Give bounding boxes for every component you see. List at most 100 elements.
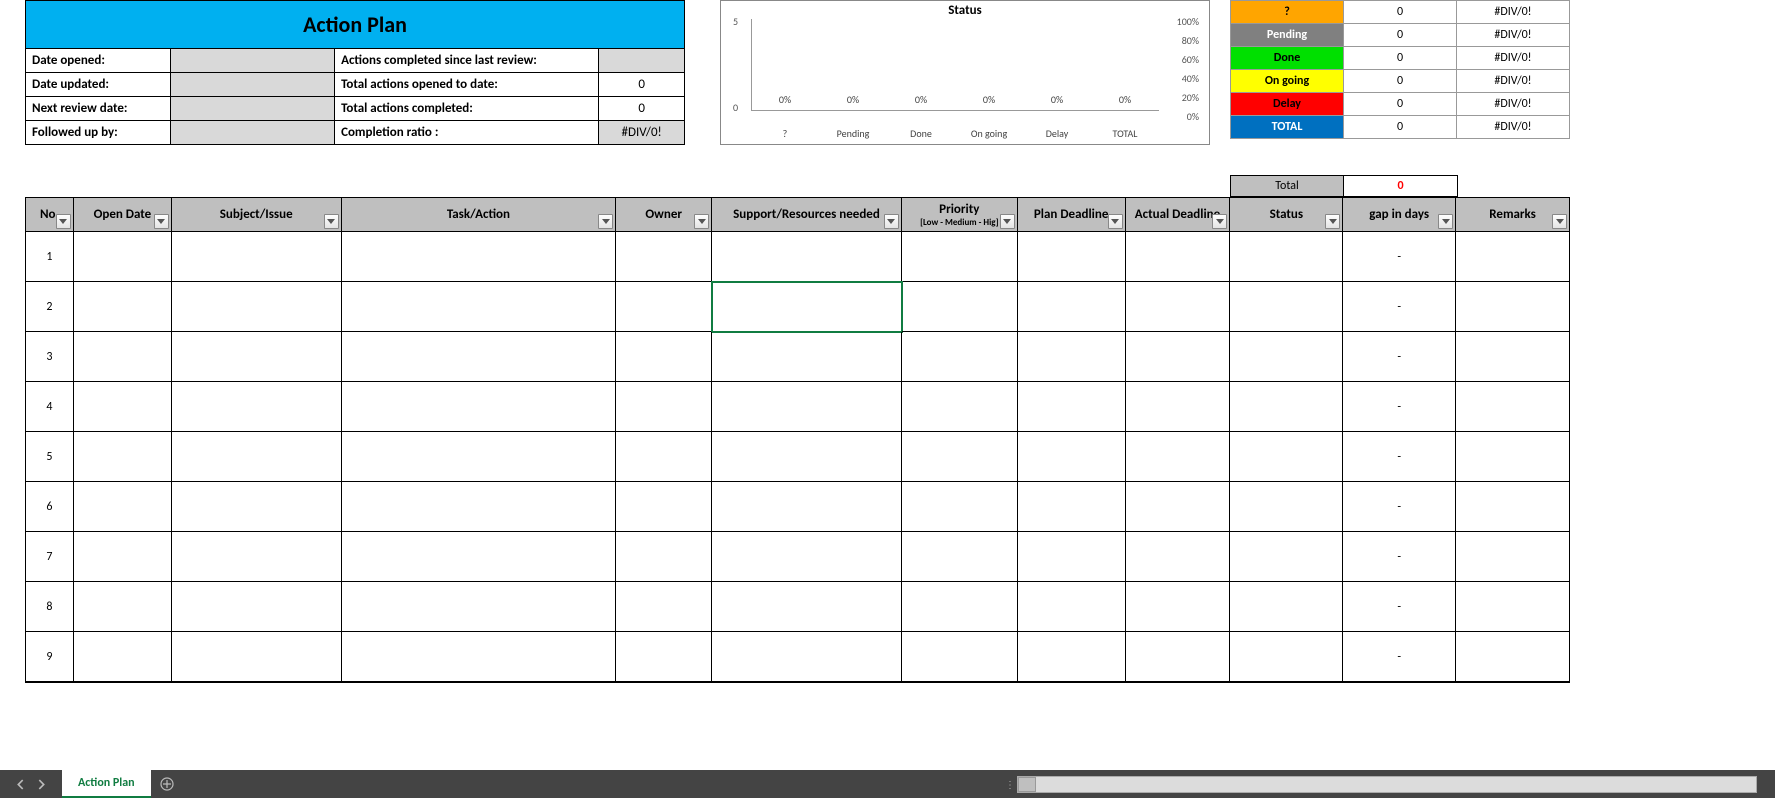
cell-own[interactable] bbox=[616, 432, 712, 482]
cell-open[interactable] bbox=[74, 432, 172, 482]
filter-button[interactable] bbox=[1000, 214, 1015, 229]
column-header-task[interactable]: Task/Action bbox=[342, 198, 617, 232]
column-header-subj[interactable]: Subject/Issue bbox=[172, 198, 342, 232]
cell-rem[interactable] bbox=[1456, 382, 1569, 432]
cell-stat[interactable] bbox=[1230, 582, 1343, 632]
cell-open[interactable] bbox=[74, 232, 172, 282]
filter-button[interactable] bbox=[1108, 214, 1123, 229]
cell-open[interactable] bbox=[74, 532, 172, 582]
cell-rem[interactable] bbox=[1456, 332, 1569, 382]
cell-no[interactable]: 3 bbox=[26, 332, 74, 382]
cell-task[interactable] bbox=[342, 282, 617, 332]
cell-plan[interactable] bbox=[1018, 432, 1126, 482]
cell-supp[interactable] bbox=[712, 282, 902, 332]
cell-rem[interactable] bbox=[1456, 432, 1569, 482]
cell-supp[interactable] bbox=[712, 532, 902, 582]
cell-stat[interactable] bbox=[1230, 282, 1343, 332]
cell-prio[interactable] bbox=[902, 382, 1018, 432]
cell-act[interactable] bbox=[1126, 482, 1231, 532]
cell-act[interactable] bbox=[1126, 582, 1231, 632]
cell-gap[interactable]: - bbox=[1343, 382, 1456, 432]
cell-rem[interactable] bbox=[1456, 232, 1569, 282]
hdr-value[interactable] bbox=[599, 49, 684, 72]
cell-gap[interactable]: - bbox=[1343, 632, 1456, 682]
cell-gap[interactable]: - bbox=[1343, 282, 1456, 332]
cell-no[interactable]: 4 bbox=[26, 382, 74, 432]
filter-button[interactable] bbox=[324, 214, 339, 229]
cell-prio[interactable] bbox=[902, 582, 1018, 632]
filter-button[interactable] bbox=[1212, 214, 1227, 229]
tab-next-icon[interactable] bbox=[36, 779, 47, 790]
column-header-plan[interactable]: Plan Deadline bbox=[1018, 198, 1126, 232]
cell-task[interactable] bbox=[342, 482, 617, 532]
sheet-tab-active[interactable]: Action Plan bbox=[62, 770, 151, 798]
tab-prev-icon[interactable] bbox=[15, 779, 26, 790]
hdr-value[interactable] bbox=[171, 97, 336, 120]
column-header-rem[interactable]: Remarks bbox=[1456, 198, 1569, 232]
cell-subj[interactable] bbox=[172, 632, 342, 682]
filter-button[interactable] bbox=[1552, 214, 1567, 229]
new-sheet-button[interactable] bbox=[151, 770, 183, 798]
cell-act[interactable] bbox=[1126, 382, 1231, 432]
cell-own[interactable] bbox=[616, 482, 712, 532]
cell-supp[interactable] bbox=[712, 582, 902, 632]
cell-open[interactable] bbox=[74, 482, 172, 532]
cell-no[interactable]: 9 bbox=[26, 632, 74, 682]
column-header-gap[interactable]: gap in days bbox=[1343, 198, 1456, 232]
cell-task[interactable] bbox=[342, 632, 617, 682]
cell-task[interactable] bbox=[342, 332, 617, 382]
cell-no[interactable]: 6 bbox=[26, 482, 74, 532]
cell-act[interactable] bbox=[1126, 532, 1231, 582]
cell-prio[interactable] bbox=[902, 232, 1018, 282]
tab-nav[interactable] bbox=[0, 770, 62, 798]
cell-subj[interactable] bbox=[172, 582, 342, 632]
cell-own[interactable] bbox=[616, 332, 712, 382]
cell-subj[interactable] bbox=[172, 382, 342, 432]
cell-open[interactable] bbox=[74, 332, 172, 382]
cell-gap[interactable]: - bbox=[1343, 432, 1456, 482]
cell-supp[interactable] bbox=[712, 232, 902, 282]
cell-task[interactable] bbox=[342, 232, 617, 282]
filter-button[interactable] bbox=[884, 214, 899, 229]
cell-rem[interactable] bbox=[1456, 632, 1569, 682]
cell-rem[interactable] bbox=[1456, 532, 1569, 582]
filter-button[interactable] bbox=[154, 214, 169, 229]
cell-no[interactable]: 7 bbox=[26, 532, 74, 582]
cell-plan[interactable] bbox=[1018, 282, 1126, 332]
cell-rem[interactable] bbox=[1456, 582, 1569, 632]
cell-subj[interactable] bbox=[172, 432, 342, 482]
cell-subj[interactable] bbox=[172, 282, 342, 332]
cell-prio[interactable] bbox=[902, 282, 1018, 332]
cell-open[interactable] bbox=[74, 582, 172, 632]
cell-act[interactable] bbox=[1126, 332, 1231, 382]
filter-button[interactable] bbox=[694, 214, 709, 229]
cell-task[interactable] bbox=[342, 432, 617, 482]
cell-own[interactable] bbox=[616, 232, 712, 282]
cell-plan[interactable] bbox=[1018, 532, 1126, 582]
cell-supp[interactable] bbox=[712, 482, 902, 532]
filter-button[interactable] bbox=[56, 214, 71, 229]
cell-supp[interactable] bbox=[712, 382, 902, 432]
cell-stat[interactable] bbox=[1230, 232, 1343, 282]
cell-gap[interactable]: - bbox=[1343, 332, 1456, 382]
column-header-own[interactable]: Owner bbox=[616, 198, 712, 232]
cell-task[interactable] bbox=[342, 582, 617, 632]
column-header-stat[interactable]: Status bbox=[1230, 198, 1343, 232]
cell-act[interactable] bbox=[1126, 632, 1231, 682]
cell-act[interactable] bbox=[1126, 282, 1231, 332]
cell-supp[interactable] bbox=[712, 332, 902, 382]
cell-prio[interactable] bbox=[902, 432, 1018, 482]
cell-rem[interactable] bbox=[1456, 282, 1569, 332]
cell-supp[interactable] bbox=[712, 432, 902, 482]
cell-own[interactable] bbox=[616, 582, 712, 632]
cell-stat[interactable] bbox=[1230, 482, 1343, 532]
cell-plan[interactable] bbox=[1018, 632, 1126, 682]
column-header-supp[interactable]: Support/Resources needed bbox=[712, 198, 902, 232]
column-header-prio[interactable]: Priority[Low - Medium - Hig] bbox=[902, 198, 1018, 232]
cell-act[interactable] bbox=[1126, 232, 1231, 282]
cell-prio[interactable] bbox=[902, 482, 1018, 532]
cell-plan[interactable] bbox=[1018, 582, 1126, 632]
cell-own[interactable] bbox=[616, 532, 712, 582]
filter-button[interactable] bbox=[1325, 214, 1340, 229]
hdr-value[interactable]: 0 bbox=[599, 97, 684, 120]
